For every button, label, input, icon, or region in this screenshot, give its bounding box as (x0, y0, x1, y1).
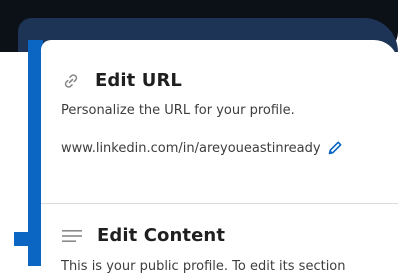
edit-url-section: Edit URL Personalize the URL for your pr… (61, 70, 391, 156)
lines-icon (62, 229, 82, 242)
link-icon (64, 73, 78, 88)
profile-url: www.linkedin.com/in/areyoueastinready (61, 140, 321, 156)
pencil-icon[interactable] (327, 140, 343, 156)
edit-content-section: Edit Content (61, 225, 391, 246)
edit-content-description: This is your public profile. To edit its… (61, 259, 346, 274)
public-profile-settings-panel: Edit URL Personalize the URL for your pr… (41, 40, 398, 274)
edit-url-heading: Edit URL (95, 70, 182, 91)
edit-url-description: Personalize the URL for your profile. (61, 103, 295, 118)
left-accent-notch (14, 232, 34, 246)
edit-content-heading: Edit Content (97, 225, 226, 246)
section-divider (41, 203, 398, 204)
